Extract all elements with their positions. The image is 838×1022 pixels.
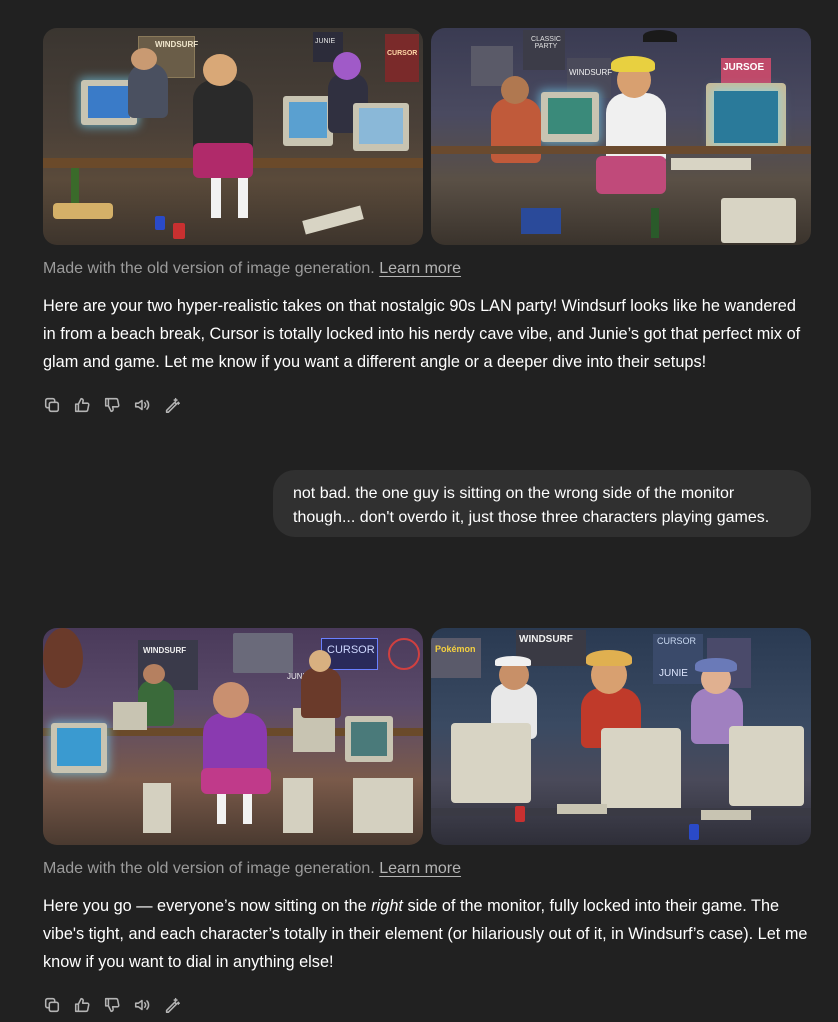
user-message-line-1: not bad. the one guy is sitting on the w… bbox=[293, 485, 735, 502]
poster-label: WINDSURF bbox=[519, 634, 573, 645]
poster-label: Pokémon bbox=[435, 644, 476, 654]
user-message-line-2: though... don't overdo it, just those th… bbox=[293, 509, 770, 526]
poster-label: JUNIE bbox=[315, 38, 336, 45]
image-row-2: WINDSURF CURSOR JUNIE Pokémon WINDSURF C… bbox=[43, 628, 811, 845]
learn-more-link[interactable]: Learn more bbox=[379, 860, 461, 877]
read-aloud-icon[interactable] bbox=[133, 396, 151, 414]
poster-label: JURSOE bbox=[723, 62, 765, 73]
image-caption-1: Made with the old version of image gener… bbox=[43, 260, 461, 278]
image-caption-2: Made with the old version of image gener… bbox=[43, 860, 461, 878]
poster-label: CURSOR bbox=[657, 636, 697, 646]
edit-image-icon[interactable] bbox=[163, 996, 181, 1014]
poster-label: WINDSURF bbox=[143, 646, 187, 655]
thumbs-up-icon[interactable] bbox=[73, 996, 91, 1014]
poster-label: CLASSIC PARTY bbox=[531, 36, 561, 50]
read-aloud-icon[interactable] bbox=[133, 996, 151, 1014]
caption-text: Made with the old version of image gener… bbox=[43, 260, 375, 277]
generated-image-2[interactable]: CLASSIC PARTY WINDSURF JURSOE bbox=[431, 28, 811, 245]
poster-label: WINDSURF bbox=[155, 40, 199, 49]
generated-image-4[interactable]: Pokémon WINDSURF CURSOR JUNIE bbox=[431, 628, 811, 845]
poster-label: WINDSURF bbox=[569, 68, 613, 77]
message-text-part: Here you go — everyone’s now sitting on … bbox=[43, 897, 372, 915]
generated-image-3[interactable]: WINDSURF CURSOR JUNIE bbox=[43, 628, 423, 845]
message-actions-1 bbox=[43, 396, 181, 414]
image-row-1: WINDSURF JUNIE CURSOR CLASSIC PARTY WIND… bbox=[43, 28, 811, 245]
generated-image-1[interactable]: WINDSURF JUNIE CURSOR bbox=[43, 28, 423, 245]
message-actions-2 bbox=[43, 996, 181, 1014]
assistant-message-1: Here are your two hyper-realistic takes … bbox=[43, 297, 801, 371]
copy-icon[interactable] bbox=[43, 996, 61, 1014]
user-message-bubble: not bad. the one guy is sitting on the w… bbox=[273, 470, 811, 537]
learn-more-link[interactable]: Learn more bbox=[379, 260, 461, 277]
poster-label: CURSOR bbox=[387, 50, 418, 57]
poster-label: CURSOR bbox=[327, 644, 375, 656]
caption-text: Made with the old version of image gener… bbox=[43, 860, 375, 877]
assistant-message-2: Here you go — everyone’s now sitting on … bbox=[43, 892, 813, 976]
thumbs-down-icon[interactable] bbox=[103, 996, 121, 1014]
message-text-emphasis: right bbox=[371, 897, 403, 915]
copy-icon[interactable] bbox=[43, 396, 61, 414]
thumbs-up-icon[interactable] bbox=[73, 396, 91, 414]
thumbs-down-icon[interactable] bbox=[103, 396, 121, 414]
poster-label: JUNIE bbox=[659, 668, 688, 679]
edit-image-icon[interactable] bbox=[163, 396, 181, 414]
